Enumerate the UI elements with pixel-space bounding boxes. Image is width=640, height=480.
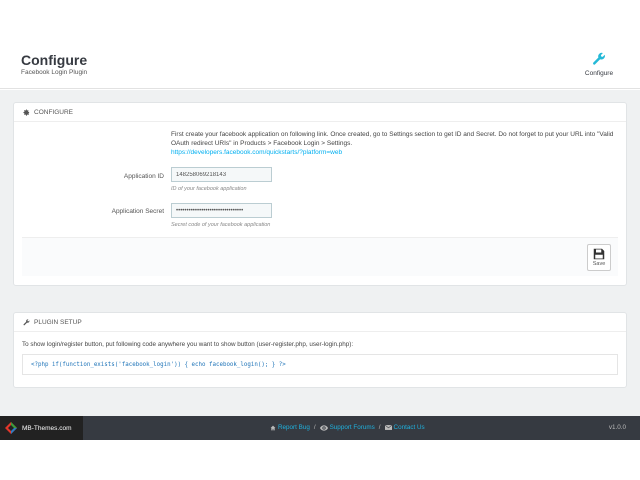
mb-themes-logo-icon — [5, 422, 17, 434]
footer-separator: / — [378, 424, 381, 431]
app-secret-help: Secret code of your facebook application — [171, 222, 271, 228]
support-forums-label: Support Forums — [329, 424, 375, 431]
configure-panel-heading: CONFIGURE — [14, 103, 626, 122]
footer-separator: / — [313, 424, 316, 431]
plugin-setup-title: PLUGIN SETUP — [34, 318, 82, 326]
envelope-icon — [384, 425, 392, 430]
app-id-help: ID of your facebook application — [171, 186, 247, 192]
report-bug-label: Report Bug — [278, 424, 310, 431]
intro-paragraph: First create your facebook application o… — [171, 131, 614, 147]
app-id-input[interactable] — [171, 167, 272, 182]
page-header: Configure Facebook Login Plugin Configur… — [0, 0, 640, 89]
contact-us-label: Contact Us — [393, 424, 425, 431]
footer-links: Report Bug / Support Forums / Contact Us — [270, 424, 425, 431]
app-id-label: Application ID — [123, 173, 164, 180]
save-button[interactable]: Save — [587, 244, 611, 271]
page-title: Configure — [21, 52, 88, 68]
home-icon — [270, 425, 276, 430]
wrench-icon — [23, 318, 30, 325]
configure-toolbar-button[interactable]: Configure — [580, 52, 618, 80]
app-secret-input[interactable] — [171, 203, 272, 218]
gear-icon — [23, 108, 30, 116]
app-secret-label: Application Secret — [111, 208, 164, 215]
configure-panel-footer: Save — [22, 237, 618, 276]
brand-link[interactable]: MB-Themes.com — [0, 416, 83, 440]
report-bug-link[interactable]: Report Bug — [270, 424, 310, 431]
eye-icon — [319, 424, 328, 431]
configure-toolbar-label: Configure — [584, 70, 614, 77]
page-footer: MB-Themes.com Report Bug / Support Forum… — [0, 416, 640, 440]
contact-us-link[interactable]: Contact Us — [384, 424, 425, 431]
page-subtitle: Facebook Login Plugin — [21, 69, 88, 76]
support-forums-link[interactable]: Support Forums — [319, 424, 375, 431]
configure-panel: CONFIGURE First create your facebook app… — [13, 102, 627, 286]
version-label: v1.0.0 — [608, 424, 626, 431]
configure-panel-title: CONFIGURE — [34, 108, 73, 116]
code-snippet[interactable]: <?php if(function_exists('facebook_login… — [22, 354, 618, 375]
floppy-disk-icon — [593, 248, 605, 260]
brand-text: MB-Themes.com — [22, 424, 72, 432]
plugin-setup-panel: PLUGIN SETUP To show login/register butt… — [13, 312, 627, 388]
plugin-setup-heading: PLUGIN SETUP — [14, 313, 626, 332]
intro-text: First create your facebook application o… — [171, 130, 616, 157]
code-instruction: To show login/register button, put follo… — [22, 341, 354, 348]
wrench-icon — [593, 52, 605, 65]
facebook-quickstart-link[interactable]: https://developers.facebook.com/quicksta… — [171, 149, 342, 156]
save-button-label: Save — [592, 261, 606, 267]
